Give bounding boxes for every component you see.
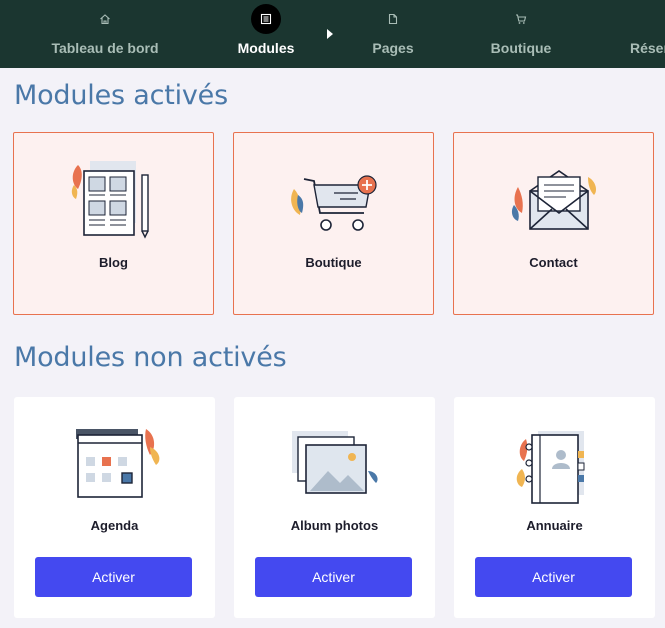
module-label: Agenda	[90, 518, 139, 533]
activate-agenda-button[interactable]: Activer	[35, 557, 192, 597]
module-card-contact[interactable]: Contact	[453, 132, 654, 315]
nav-item-shop[interactable]: Boutique	[491, 0, 551, 68]
nav-label: Pages	[372, 40, 414, 56]
shop-cart-illustration	[291, 175, 377, 231]
calendar-illustration	[76, 429, 160, 498]
address-book-illustration	[516, 431, 585, 504]
module-label: Blog	[99, 255, 128, 270]
module-label: Contact	[529, 255, 578, 270]
module-card-agenda: Agenda Activer	[14, 397, 215, 618]
active-modules-title: Modules activés	[14, 80, 228, 111]
nav-item-pages[interactable]: Pages	[372, 0, 414, 68]
module-label: Album photos	[290, 518, 379, 533]
nav-item-reservations[interactable]: Résen	[630, 0, 665, 68]
module-card-blog[interactable]: Blog	[13, 132, 214, 315]
nav-item-modules[interactable]: Modules	[235, 0, 297, 68]
module-card-shop[interactable]: Boutique	[233, 132, 434, 315]
blog-illustration	[71, 161, 149, 239]
page-icon	[378, 4, 408, 34]
nav-label: Boutique	[490, 40, 552, 56]
list-icon	[251, 4, 281, 34]
module-card-photo-album: Album photos Activer	[234, 397, 435, 618]
nav-indicator-arrow	[327, 29, 333, 39]
top-navigation: Tableau de bord Modules Pages Boutique R…	[0, 0, 665, 68]
activate-directory-button[interactable]: Activer	[475, 557, 632, 597]
photo-album-illustration	[292, 431, 378, 494]
nav-item-dashboard[interactable]: Tableau de bord	[51, 0, 159, 68]
activate-photo-album-button[interactable]: Activer	[255, 557, 412, 597]
nav-label: Tableau de bord	[51, 40, 159, 56]
nav-label: Résen	[630, 40, 665, 56]
envelope-illustration	[511, 170, 596, 230]
home-icon	[90, 4, 120, 34]
nav-label: Modules	[237, 40, 295, 56]
module-label: Boutique	[305, 255, 362, 270]
inactive-modules-title: Modules non activés	[14, 342, 287, 373]
cart-icon	[506, 4, 536, 34]
module-card-directory: Annuaire Activer	[454, 397, 655, 618]
module-label: Annuaire	[526, 518, 583, 533]
